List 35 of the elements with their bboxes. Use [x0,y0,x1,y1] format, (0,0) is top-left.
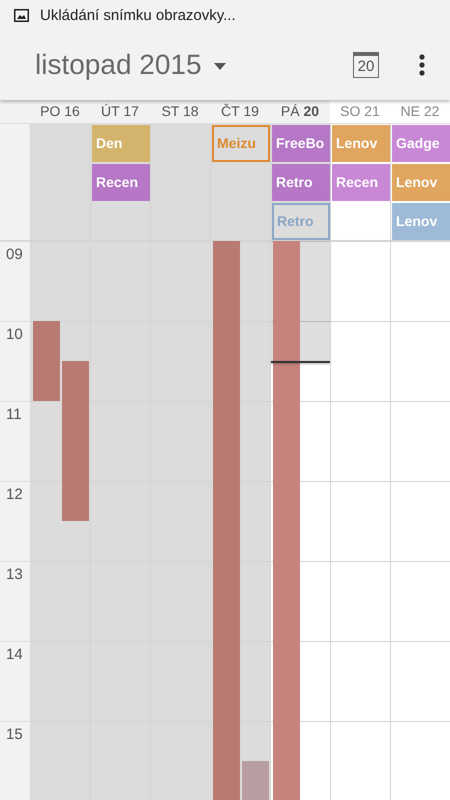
all-day-event[interactable]: Lenov [332,125,390,162]
hour-label: 09 [6,246,23,263]
event-block[interactable] [213,241,240,800]
notification-text: Ukládání snímku obrazovky... [40,6,236,24]
all-day-event[interactable]: Retro [272,203,330,240]
day-header[interactable]: PO 16 [30,100,90,123]
day-header[interactable]: ST 18 [150,100,210,123]
day-header[interactable]: PÁ 20 [270,100,330,123]
event-block[interactable] [33,321,60,401]
today-button[interactable]: 20 [353,52,379,78]
day-header[interactable]: ČT 19 [210,100,270,123]
hour-label: 12 [6,486,23,503]
day-header[interactable]: ÚT 17 [90,100,150,123]
month-dropdown[interactable]: listopad 2015 [35,49,226,81]
caret-icon [214,62,226,70]
all-day-event[interactable]: Recen [332,164,390,201]
hour-label: 14 [6,646,23,663]
image-icon [14,8,29,22]
all-day-event[interactable]: FreeBo [272,125,330,162]
all-day-event[interactable]: Gadge [392,125,450,162]
hour-label: 15 [6,726,23,743]
hour-label: 10 [6,326,23,343]
hour-label: 13 [6,566,23,583]
event-block[interactable] [62,361,89,521]
all-day-event[interactable]: Retro [272,164,330,201]
current-time-line [271,361,330,363]
hour-label: 11 [6,406,22,423]
event-block[interactable] [273,241,300,800]
all-day-event[interactable]: Lenov [392,164,450,201]
all-day-event[interactable]: Meizu [212,125,270,162]
more-icon[interactable] [419,54,425,76]
event-block[interactable] [242,761,269,800]
all-day-event[interactable]: Recen [92,164,150,201]
all-day-event[interactable]: Lenov [392,203,450,240]
all-day-event[interactable]: Den [92,125,150,162]
